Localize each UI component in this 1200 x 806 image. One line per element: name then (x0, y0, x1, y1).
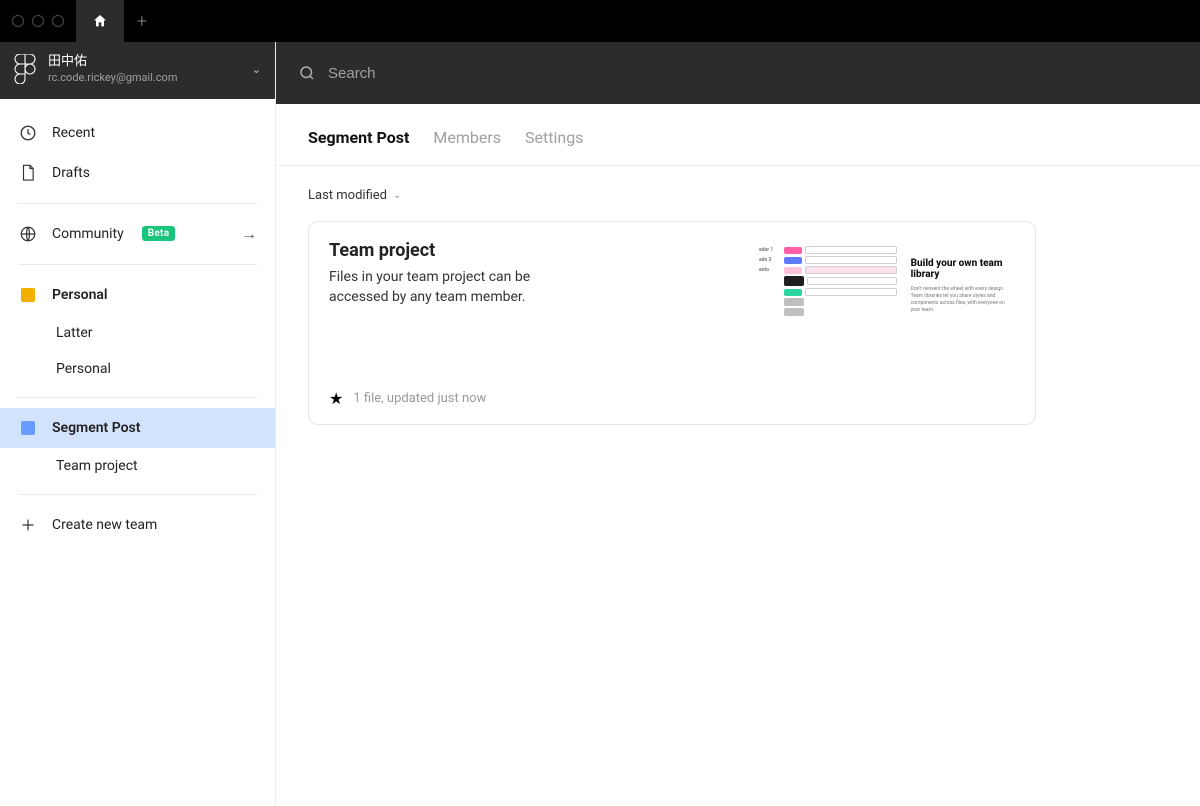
sidebar-team-segment-post[interactable]: Segment Post (0, 408, 275, 448)
sidebar-item-community[interactable]: Community Beta → (0, 214, 275, 254)
window-controls (0, 15, 76, 27)
search-icon (298, 64, 316, 82)
tab-team-name[interactable]: Segment Post (308, 128, 409, 147)
sort-label: Last modified (308, 188, 387, 203)
sidebar: 田中佑 rc.code.rickey@gmail.com ⌄ Recent Dr… (0, 42, 276, 806)
arrow-right-icon: → (241, 224, 257, 244)
window-zoom-button[interactable] (52, 15, 64, 27)
tab-settings[interactable]: Settings (525, 128, 583, 147)
file-thumbnail: ader 1 ade 3 auto Build your own team li… (755, 240, 1015, 408)
sidebar-item-label: Create new team (52, 517, 157, 533)
search-bar (276, 42, 1200, 104)
create-new-team-button[interactable]: Create new team (0, 505, 275, 545)
team-color-chip (21, 288, 35, 302)
window-minimize-button[interactable] (32, 15, 44, 27)
sidebar-item-label: Personal (56, 361, 111, 377)
figma-logo-icon (14, 54, 36, 84)
project-footer-text: 1 file, updated just now (353, 391, 486, 406)
sidebar-item-label: Segment Post (52, 420, 140, 436)
divider (18, 264, 257, 265)
sidebar-team-personal[interactable]: Personal (0, 275, 275, 315)
file-icon (18, 163, 38, 183)
user-display-name: 田中佑 (48, 54, 240, 71)
sidebar-project-latter[interactable]: Latter (0, 315, 275, 351)
divider (18, 494, 257, 495)
sidebar-project-personal[interactable]: Personal (0, 351, 275, 387)
sort-dropdown[interactable]: Last modified ⌄ (308, 188, 1168, 203)
sidebar-item-label: Recent (52, 125, 95, 141)
home-icon (92, 13, 108, 29)
chevron-down-icon: ⌄ (393, 190, 401, 201)
sidebar-item-label: Personal (52, 287, 108, 303)
sidebar-item-recent[interactable]: Recent (0, 113, 275, 153)
sidebar-item-drafts[interactable]: Drafts (0, 153, 275, 193)
account-switcher[interactable]: 田中佑 rc.code.rickey@gmail.com ⌄ (0, 42, 275, 99)
divider (18, 397, 257, 398)
sidebar-item-label: Latter (56, 325, 92, 341)
beta-badge: Beta (142, 226, 176, 241)
search-input[interactable] (328, 65, 1178, 82)
window-close-button[interactable] (12, 15, 24, 27)
project-title: Team project (329, 240, 731, 261)
plus-icon (18, 515, 38, 535)
home-tab[interactable] (76, 0, 124, 42)
project-description: Files in your team project can be access… (329, 267, 569, 308)
sidebar-item-label: Team project (56, 458, 138, 474)
chevron-down-icon: ⌄ (252, 63, 261, 76)
sidebar-item-label: Community (52, 226, 124, 242)
team-page-tabs: Segment Post Members Settings (276, 104, 1200, 166)
star-icon[interactable]: ★ (329, 389, 343, 408)
plus-icon: + (137, 11, 147, 32)
sidebar-project-team-project[interactable]: Team project (0, 448, 275, 484)
clock-icon (18, 123, 38, 143)
divider (18, 203, 257, 204)
project-card[interactable]: Team project Files in your team project … (308, 221, 1036, 425)
tab-members[interactable]: Members (433, 128, 501, 147)
sidebar-item-label: Drafts (52, 165, 90, 181)
thumbnail-title: Build your own team library (911, 258, 1007, 280)
window-tabbar: + (0, 0, 1200, 42)
new-tab-button[interactable]: + (124, 0, 160, 42)
team-color-chip (21, 421, 35, 435)
globe-icon (18, 224, 38, 244)
user-email: rc.code.rickey@gmail.com (48, 71, 240, 85)
thumbnail-body: Don't reinvent the wheel with every desi… (911, 286, 1007, 314)
main-content: Segment Post Members Settings Last modif… (276, 42, 1200, 806)
